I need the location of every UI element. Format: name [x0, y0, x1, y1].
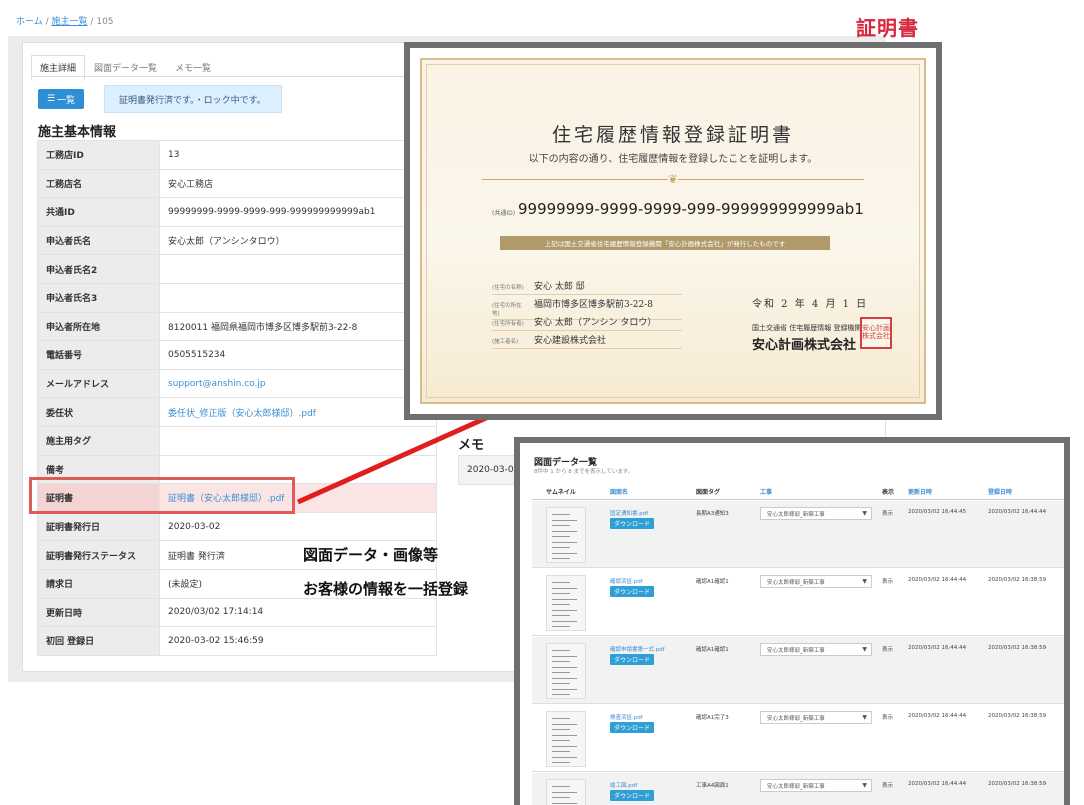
- drawing-thumbnail[interactable]: [546, 779, 586, 805]
- display-status: 表示: [882, 511, 894, 517]
- project-select-value: 安心太郎様邸_新築工事: [767, 783, 825, 790]
- drawing-row: 竣工図.pdf ダウンロード 工事A4図面1 安心太郎様邸_新築工事 ▼ 表示 2020/0…: [532, 773, 1064, 805]
- project-select[interactable]: 安心太郎様邸_新築工事 ▼: [760, 779, 872, 792]
- created-at: 2020/03/02 16:38:59: [988, 645, 1047, 651]
- certificate-id-label: (共通ID): [492, 210, 516, 217]
- chevron-down-icon: ▼: [862, 578, 867, 585]
- drawing-file-link[interactable]: 確認済証.pdf: [610, 577, 643, 585]
- drawing-row: 確認済証.pdf ダウンロード 確認A1確認1 安心太郎様邸_新築工事 ▼ 表示 2020/…: [532, 569, 1064, 636]
- download-button[interactable]: ダウンロード: [610, 518, 654, 529]
- column-header-display: 表示: [882, 489, 895, 496]
- drawing-thumbnail[interactable]: [546, 643, 586, 699]
- created-at: 2020/03/02 16:38:59: [988, 713, 1047, 719]
- column-header-created[interactable]: 登録日時: [988, 487, 1012, 496]
- project-select[interactable]: 安心太郎様邸_新築工事 ▼: [760, 643, 872, 656]
- certificate-ribbon: 上記は国土交通省住宅履歴情報登録機関「安心計画株式会社」が発行したものです: [500, 236, 830, 250]
- certificate-issuer-caption: 国土交通省 住宅履歴情報 登録機関: [752, 324, 862, 332]
- drawing-list-frame: 図面データ一覧 8件中 1 から 8 までを表示しています。 サムネイル 図面名…: [514, 437, 1070, 805]
- chevron-down-icon: ▼: [862, 646, 867, 653]
- drawing-row: 固定通知書.pdf ダウンロード 長期A3通知3 安心太郎様邸_新築工事 ▼ 表示 2020…: [532, 501, 1064, 568]
- column-header-updated[interactable]: 更新日時: [908, 487, 932, 496]
- drawing-row: 検査済証.pdf ダウンロード 確認A1完了3 安心太郎様邸_新築工事 ▼ 表示 2020/…: [532, 705, 1064, 772]
- field-label: (施工者名): [492, 339, 519, 345]
- project-select-value: 安心太郎様邸_新築工事: [767, 715, 825, 722]
- ornament-line: [482, 178, 668, 180]
- drawing-file-link[interactable]: 固定通知書.pdf: [610, 509, 648, 517]
- download-button[interactable]: ダウンロード: [610, 790, 654, 801]
- chevron-down-icon: ▼: [862, 782, 867, 789]
- ornament-line: [678, 178, 864, 180]
- column-header-drawing-tag: 図面タグ: [696, 489, 721, 496]
- project-select[interactable]: 安心太郎様邸_新築工事 ▼: [760, 575, 872, 588]
- certificate-title: 住宅履歴情報登録証明書: [551, 124, 794, 146]
- callout-line-1: 図面データ・画像等: [303, 546, 439, 564]
- drawing-tag: 確認A1確認1: [696, 647, 729, 653]
- download-button[interactable]: ダウンロード: [610, 586, 654, 597]
- certificate-field-owner: (住宅所有者) 安心 太郎（アンシン タロウ）: [492, 315, 682, 331]
- created-at: 2020/03/02 16:38:59: [988, 577, 1047, 583]
- field-label: (住宅所有者): [492, 321, 524, 327]
- header-divider: [532, 499, 1064, 500]
- certificate-label: 証明書: [856, 16, 919, 40]
- project-select-value: 安心太郎様邸_新築工事: [767, 579, 825, 586]
- certificate: 住宅履歴情報登録証明書 以下の内容の通り、住宅履歴情報を登録したことを証明します…: [420, 58, 926, 404]
- drawing-thumbnail[interactable]: [546, 507, 586, 563]
- created-at: 2020/03/02 16:38:59: [988, 781, 1047, 787]
- display-status: 表示: [882, 715, 894, 721]
- drawing-thumbnail[interactable]: [546, 711, 586, 767]
- project-select[interactable]: 安心太郎様邸_新築工事 ▼: [760, 507, 872, 520]
- display-status: 表示: [882, 783, 894, 789]
- field-value: 安心建設株式会社: [534, 336, 607, 346]
- column-header-thumbnail: サムネイル: [546, 489, 576, 496]
- ornament-icon: ❦: [667, 172, 679, 186]
- column-header-project[interactable]: 工事: [760, 487, 772, 496]
- certificate-field-builder: (施工者名) 安心建設株式会社: [492, 333, 682, 349]
- certificate-date: 令和 2 年 4 月 1 日: [752, 299, 869, 310]
- download-button[interactable]: ダウンロード: [610, 722, 654, 733]
- chevron-down-icon: ▼: [862, 510, 867, 517]
- drawing-tag: 長期A3通知3: [696, 511, 729, 517]
- callout-line-2: お客様の情報を一括登録: [303, 580, 469, 598]
- project-select[interactable]: 安心太郎様邸_新築工事 ▼: [760, 711, 872, 724]
- drawing-row: 確認申請書第一式.pdf ダウンロード 確認A1確認1 安心太郎様邸_新築工事 ▼ 表示 2…: [532, 637, 1064, 704]
- field-value: 福岡市博多区博多駅前3-22-8: [534, 300, 653, 310]
- drawing-file-link[interactable]: 検査済証.pdf: [610, 713, 643, 721]
- certificate-row-highlight: [29, 477, 295, 514]
- field-value: 安心 太郎（アンシン タロウ）: [534, 318, 657, 328]
- field-value: 安心 太郎 邸: [534, 282, 585, 292]
- ornament-divider: ❦: [482, 172, 864, 186]
- chevron-down-icon: ▼: [862, 714, 867, 721]
- certificate-id: 99999999-9999-9999-999-999999999999ab1: [518, 200, 864, 218]
- updated-at: 2020/03/02 16:44:44: [908, 713, 967, 719]
- updated-at: 2020/03/02 16:44:45: [908, 509, 967, 515]
- project-select-value: 安心太郎様邸_新築工事: [767, 511, 825, 518]
- certificate-issuer: 安心計画株式会社: [752, 338, 857, 353]
- drawing-list: 図面データ一覧 8件中 1 から 8 までを表示しています。 サムネイル 図面名…: [520, 443, 1064, 805]
- updated-at: 2020/03/02 16:44:44: [908, 645, 967, 651]
- certificate-field-house-name: (住宅の名称) 安心 太郎 邸: [492, 279, 682, 295]
- column-header-drawing-name[interactable]: 図面名: [610, 487, 628, 496]
- project-select-value: 安心太郎様邸_新築工事: [767, 647, 825, 654]
- updated-at: 2020/03/02 16:44:44: [908, 781, 967, 787]
- created-at: 2020/03/02 16:44:44: [988, 509, 1047, 515]
- display-status: 表示: [882, 647, 894, 653]
- drawing-file-link[interactable]: 竣工図.pdf: [610, 781, 637, 789]
- drawing-thumbnail[interactable]: [546, 575, 586, 631]
- drawing-list-count: 8件中 1 から 8 までを表示しています。: [534, 469, 634, 475]
- certificate-subtitle: 以下の内容の通り、住宅履歴情報を登録したことを証明します。: [528, 154, 818, 165]
- download-button[interactable]: ダウンロード: [610, 654, 654, 665]
- display-status: 表示: [882, 579, 894, 585]
- updated-at: 2020/03/02 16:44:44: [908, 577, 967, 583]
- drawing-file-link[interactable]: 確認申請書第一式.pdf: [610, 645, 665, 653]
- certificate-frame: 住宅履歴情報登録証明書 以下の内容の通り、住宅履歴情報を登録したことを証明します…: [404, 42, 942, 420]
- drawing-tag: 工事A4図面1: [696, 783, 729, 789]
- certificate-mat: 住宅履歴情報登録証明書 以下の内容の通り、住宅履歴情報を登録したことを証明します…: [410, 48, 936, 414]
- drawing-tag: 確認A1確認1: [696, 579, 729, 585]
- field-label: (住宅の名称): [492, 285, 524, 291]
- drawing-tag: 確認A1完了3: [696, 715, 729, 721]
- certificate-seal: 安心計画株式会社: [860, 317, 892, 349]
